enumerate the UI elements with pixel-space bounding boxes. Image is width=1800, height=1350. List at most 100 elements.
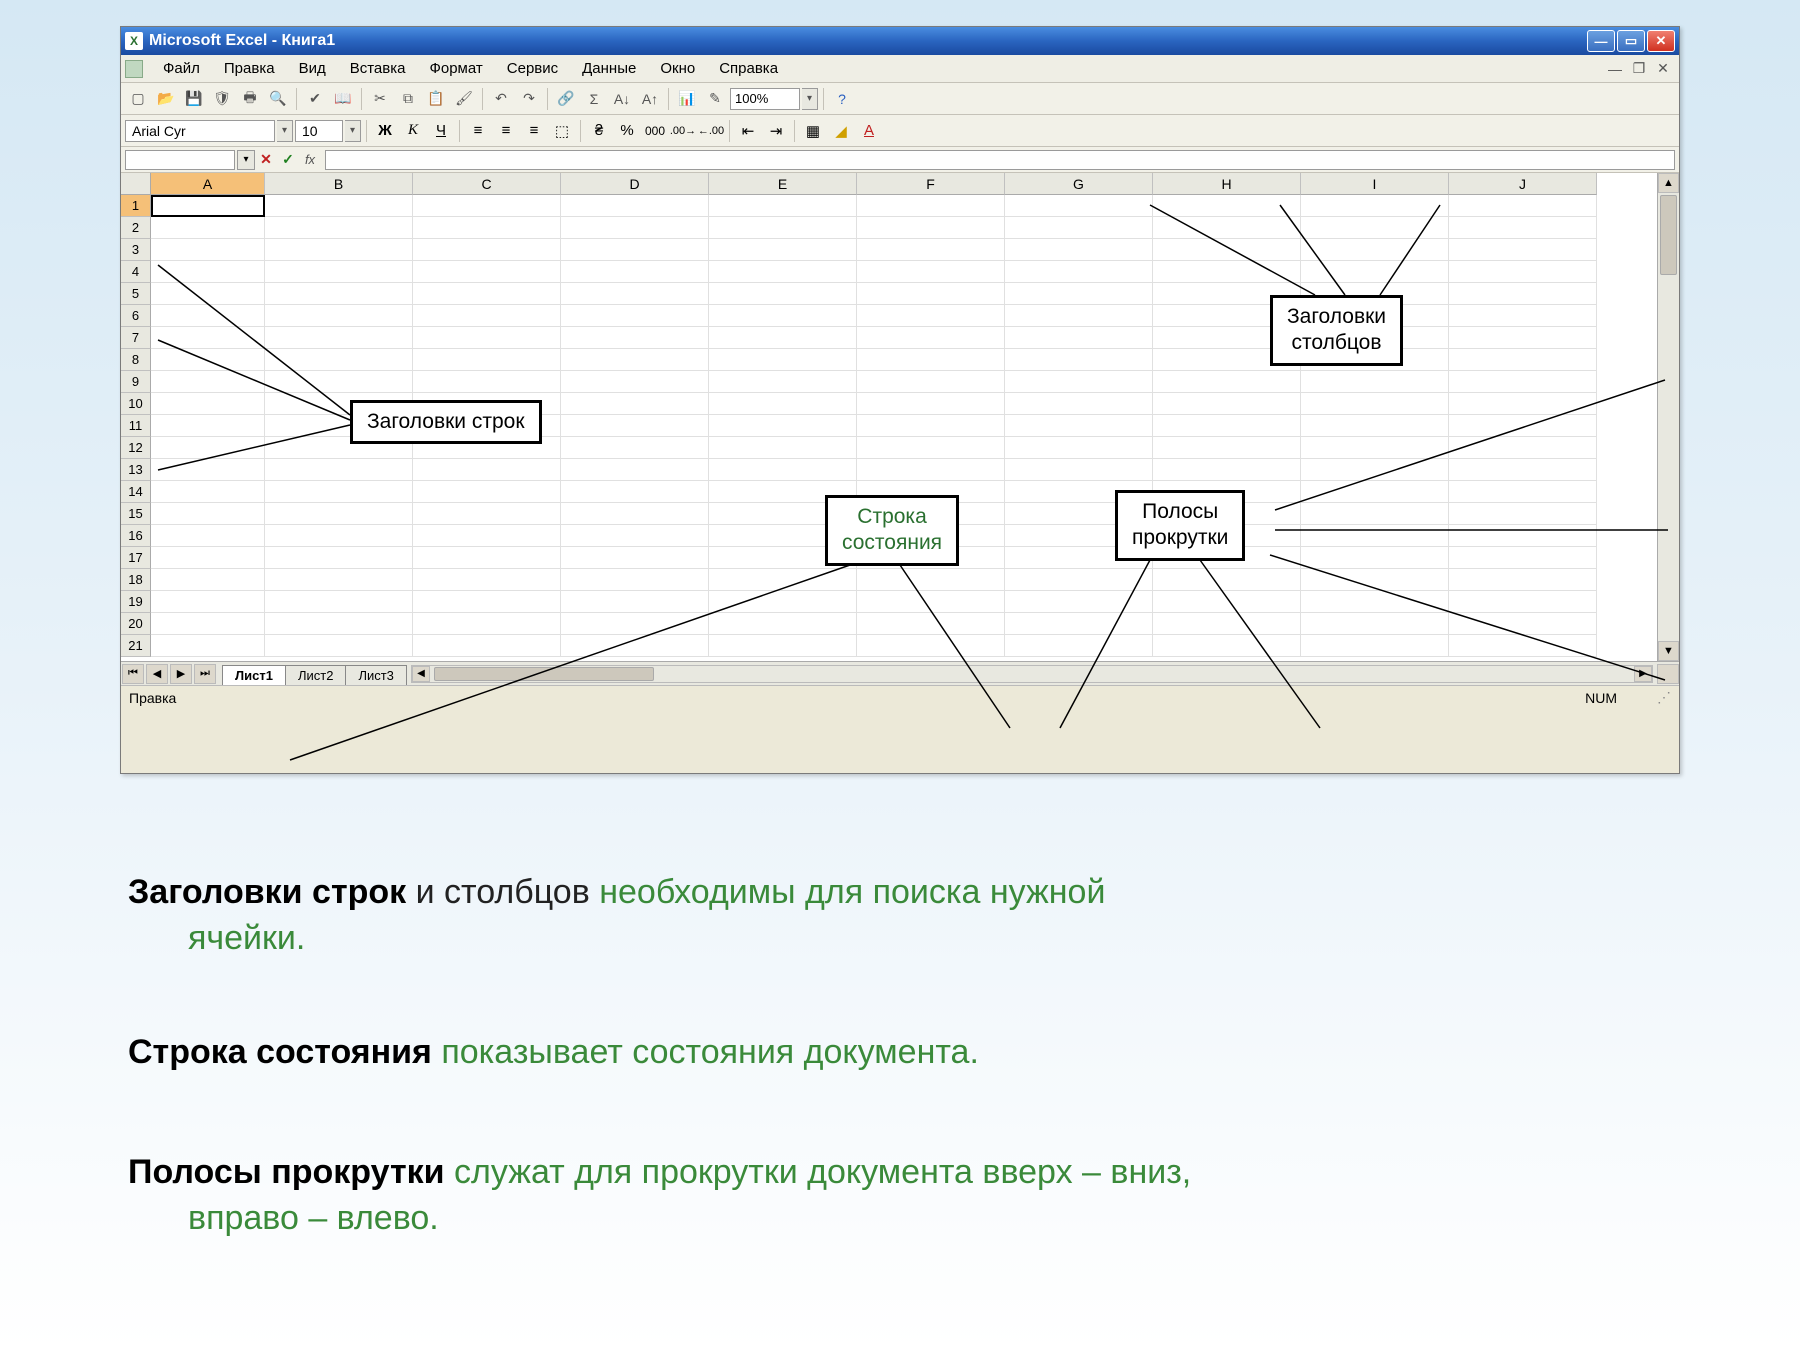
sheet-tab-1[interactable]: Лист1: [222, 665, 286, 685]
italic-button[interactable]: К: [400, 118, 426, 144]
row-header-9[interactable]: 9: [121, 371, 151, 393]
cell-G2[interactable]: [1005, 217, 1153, 239]
cell-A10[interactable]: [151, 393, 265, 415]
cell-F4[interactable]: [857, 261, 1005, 283]
enter-icon[interactable]: ✓: [277, 150, 299, 170]
cell-D14[interactable]: [561, 481, 709, 503]
comma-icon[interactable]: 000: [642, 118, 668, 144]
row-header-8[interactable]: 8: [121, 349, 151, 371]
cell-E12[interactable]: [709, 437, 857, 459]
cell-F7[interactable]: [857, 327, 1005, 349]
cell-C18[interactable]: [413, 569, 561, 591]
cell-B17[interactable]: [265, 547, 413, 569]
cell-A16[interactable]: [151, 525, 265, 547]
cell-H13[interactable]: [1153, 459, 1301, 481]
cell-D12[interactable]: [561, 437, 709, 459]
cell-E18[interactable]: [709, 569, 857, 591]
align-right-icon[interactable]: ≡: [521, 118, 547, 144]
cell-I15[interactable]: [1301, 503, 1449, 525]
cell-J21[interactable]: [1449, 635, 1597, 657]
cut-icon[interactable]: ✂: [367, 86, 393, 112]
row-header-19[interactable]: 19: [121, 591, 151, 613]
cell-J17[interactable]: [1449, 547, 1597, 569]
cell-A12[interactable]: [151, 437, 265, 459]
cell-A5[interactable]: [151, 283, 265, 305]
cell-A8[interactable]: [151, 349, 265, 371]
cell-J7[interactable]: [1449, 327, 1597, 349]
column-header-A[interactable]: A: [151, 173, 265, 195]
cell-B14[interactable]: [265, 481, 413, 503]
preview-icon[interactable]: 🔍: [265, 86, 291, 112]
cell-E3[interactable]: [709, 239, 857, 261]
cell-I12[interactable]: [1301, 437, 1449, 459]
cell-B13[interactable]: [265, 459, 413, 481]
cell-E20[interactable]: [709, 613, 857, 635]
cell-H3[interactable]: [1153, 239, 1301, 261]
row-header-15[interactable]: 15: [121, 503, 151, 525]
cell-J4[interactable]: [1449, 261, 1597, 283]
resize-grip-icon[interactable]: ⋰: [1657, 689, 1671, 706]
maximize-button[interactable]: ▭: [1617, 30, 1645, 52]
cell-J16[interactable]: [1449, 525, 1597, 547]
cell-D1[interactable]: [561, 195, 709, 217]
cell-D2[interactable]: [561, 217, 709, 239]
cell-H19[interactable]: [1153, 591, 1301, 613]
cell-C3[interactable]: [413, 239, 561, 261]
cell-E7[interactable]: [709, 327, 857, 349]
font-color-icon[interactable]: A: [856, 118, 882, 144]
cell-G7[interactable]: [1005, 327, 1153, 349]
formula-input[interactable]: [325, 150, 1675, 170]
cell-F1[interactable]: [857, 195, 1005, 217]
cell-J9[interactable]: [1449, 371, 1597, 393]
cell-H9[interactable]: [1153, 371, 1301, 393]
row-header-10[interactable]: 10: [121, 393, 151, 415]
cell-H21[interactable]: [1153, 635, 1301, 657]
row-header-14[interactable]: 14: [121, 481, 151, 503]
cell-F6[interactable]: [857, 305, 1005, 327]
row-header-18[interactable]: 18: [121, 569, 151, 591]
cell-C8[interactable]: [413, 349, 561, 371]
fill-color-icon[interactable]: ◢: [828, 118, 854, 144]
decrease-indent-icon[interactable]: ⇤: [735, 118, 761, 144]
cell-E1[interactable]: [709, 195, 857, 217]
cell-A19[interactable]: [151, 591, 265, 613]
borders-icon[interactable]: ▦: [800, 118, 826, 144]
sheet-tab-2[interactable]: Лист2: [285, 665, 346, 685]
row-header-7[interactable]: 7: [121, 327, 151, 349]
zoom-combo[interactable]: 100%: [730, 88, 800, 110]
row-header-1[interactable]: 1: [121, 195, 151, 217]
research-icon[interactable]: 📖: [330, 86, 356, 112]
cell-J15[interactable]: [1449, 503, 1597, 525]
cell-I2[interactable]: [1301, 217, 1449, 239]
cell-J13[interactable]: [1449, 459, 1597, 481]
cell-B20[interactable]: [265, 613, 413, 635]
cell-D21[interactable]: [561, 635, 709, 657]
column-header-C[interactable]: C: [413, 173, 561, 195]
cell-A14[interactable]: [151, 481, 265, 503]
cell-C15[interactable]: [413, 503, 561, 525]
cell-F21[interactable]: [857, 635, 1005, 657]
cell-J19[interactable]: [1449, 591, 1597, 613]
cell-G20[interactable]: [1005, 613, 1153, 635]
cell-I3[interactable]: [1301, 239, 1449, 261]
cell-B18[interactable]: [265, 569, 413, 591]
cell-B2[interactable]: [265, 217, 413, 239]
cell-C7[interactable]: [413, 327, 561, 349]
autosum-icon[interactable]: Σ: [581, 86, 607, 112]
cell-D16[interactable]: [561, 525, 709, 547]
cell-C5[interactable]: [413, 283, 561, 305]
scroll-right-icon[interactable]: ▶: [1634, 666, 1652, 682]
cell-F18[interactable]: [857, 569, 1005, 591]
cell-E21[interactable]: [709, 635, 857, 657]
cell-J10[interactable]: [1449, 393, 1597, 415]
sheet-first-icon[interactable]: ⏮: [122, 664, 144, 684]
cell-H10[interactable]: [1153, 393, 1301, 415]
decrease-decimal-icon[interactable]: ←.00: [698, 118, 724, 144]
cell-F11[interactable]: [857, 415, 1005, 437]
cell-A6[interactable]: [151, 305, 265, 327]
menu-help[interactable]: Справка: [707, 58, 790, 79]
cell-I16[interactable]: [1301, 525, 1449, 547]
cell-I20[interactable]: [1301, 613, 1449, 635]
cell-B16[interactable]: [265, 525, 413, 547]
cell-B3[interactable]: [265, 239, 413, 261]
